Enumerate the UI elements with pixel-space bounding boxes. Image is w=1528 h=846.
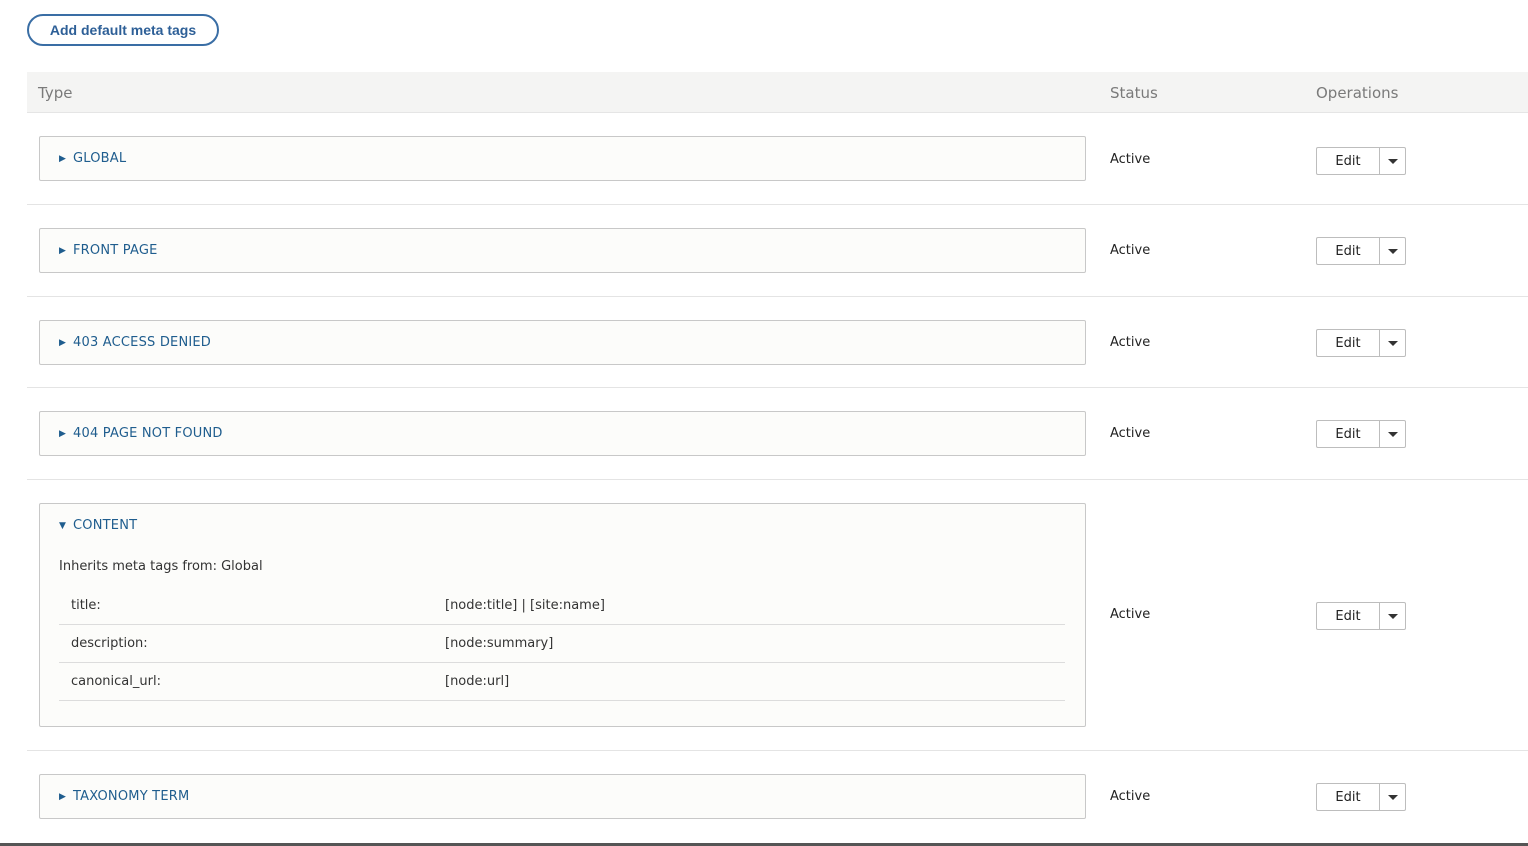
dropdown-toggle[interactable] <box>1380 421 1405 447</box>
summary-content[interactable]: ▼ CONTENT <box>40 504 1085 547</box>
operations-dropbutton: Edit <box>1316 147 1406 175</box>
tag-key: title: <box>71 598 101 613</box>
row-label: TAXONOMY TERM <box>73 789 190 804</box>
table-row: ▶ TAXONOMY TERM Active Edit <box>27 751 1528 843</box>
list-item: title: [node:title] | [site:name] <box>59 587 1065 625</box>
edit-button[interactable]: Edit <box>1317 148 1380 174</box>
table-row: ▶ FRONT PAGE Active Edit <box>27 205 1528 297</box>
table-row: ▼ CONTENT Inherits meta tags from: Globa… <box>27 480 1528 751</box>
caret-down-icon <box>1387 340 1398 346</box>
meta-tags-table: Type Status Operations ▶ GLOBAL Active E… <box>27 72 1528 843</box>
dropdown-toggle[interactable] <box>1380 148 1405 174</box>
table-row: ▶ 404 PAGE NOT FOUND Active Edit <box>27 388 1528 480</box>
dropdown-toggle[interactable] <box>1380 603 1405 629</box>
details-403-access-denied: ▶ 403 ACCESS DENIED <box>39 320 1086 365</box>
caret-down-icon <box>1387 248 1398 254</box>
details-content: ▼ CONTENT Inherits meta tags from: Globa… <box>39 503 1086 727</box>
triangle-right-icon: ▶ <box>59 337 67 348</box>
edit-button[interactable]: Edit <box>1317 421 1380 447</box>
row-label: GLOBAL <box>73 151 127 166</box>
edit-button[interactable]: Edit <box>1317 330 1380 356</box>
header-status: Status <box>1110 84 1158 102</box>
header-type: Type <box>38 84 73 102</box>
dropdown-toggle[interactable] <box>1380 784 1405 810</box>
summary-taxonomy-term[interactable]: ▶ TAXONOMY TERM <box>40 775 1085 818</box>
details-404-page-not-found: ▶ 404 PAGE NOT FOUND <box>39 411 1086 456</box>
caret-down-icon <box>1387 794 1398 800</box>
row-label: 404 PAGE NOT FOUND <box>73 426 223 441</box>
table-header: Type Status Operations <box>27 72 1528 113</box>
operations-dropbutton: Edit <box>1316 420 1406 448</box>
status-text: Active <box>1110 607 1151 622</box>
table-row: ▶ 403 ACCESS DENIED Active Edit <box>27 297 1528 388</box>
edit-button[interactable]: Edit <box>1317 238 1380 264</box>
details-global: ▶ GLOBAL <box>39 136 1086 181</box>
triangle-right-icon: ▶ <box>59 153 67 164</box>
row-label: FRONT PAGE <box>73 243 158 258</box>
details-front-page: ▶ FRONT PAGE <box>39 228 1086 273</box>
dropdown-toggle[interactable] <box>1380 330 1405 356</box>
tag-value: [node:summary] <box>445 636 554 651</box>
operations-dropbutton: Edit <box>1316 237 1406 265</box>
edit-button[interactable]: Edit <box>1317 603 1380 629</box>
status-text: Active <box>1110 152 1151 167</box>
header-operations: Operations <box>1316 84 1399 102</box>
triangle-right-icon: ▶ <box>59 428 67 439</box>
row-label: CONTENT <box>73 518 138 533</box>
summary-global[interactable]: ▶ GLOBAL <box>40 137 1085 180</box>
tag-value: [node:url] <box>445 674 510 689</box>
tag-value: [node:title] | [site:name] <box>445 598 605 613</box>
caret-down-icon <box>1387 158 1398 164</box>
metatag-defaults-page: Add default meta tags Type Status Operat… <box>0 0 1528 846</box>
triangle-down-icon: ▼ <box>59 520 67 531</box>
summary-404-page-not-found[interactable]: ▶ 404 PAGE NOT FOUND <box>40 412 1085 455</box>
summary-front-page[interactable]: ▶ FRONT PAGE <box>40 229 1085 272</box>
triangle-right-icon: ▶ <box>59 791 67 802</box>
summary-403-access-denied[interactable]: ▶ 403 ACCESS DENIED <box>40 321 1085 364</box>
status-text: Active <box>1110 335 1151 350</box>
operations-dropbutton: Edit <box>1316 602 1406 630</box>
caret-down-icon <box>1387 431 1398 437</box>
tag-key: description: <box>71 636 148 651</box>
row-label: 403 ACCESS DENIED <box>73 335 212 350</box>
status-text: Active <box>1110 789 1151 804</box>
status-text: Active <box>1110 426 1151 441</box>
dropdown-toggle[interactable] <box>1380 238 1405 264</box>
meta-tag-list: title: [node:title] | [site:name] descri… <box>59 587 1065 701</box>
table-row: ▶ GLOBAL Active Edit <box>27 113 1528 205</box>
tag-key: canonical_url: <box>71 674 161 689</box>
triangle-right-icon: ▶ <box>59 245 67 256</box>
list-item: canonical_url: [node:url] <box>59 663 1065 701</box>
status-text: Active <box>1110 243 1151 258</box>
list-item: description: [node:summary] <box>59 625 1065 663</box>
caret-down-icon <box>1387 613 1398 619</box>
add-default-meta-tags-button[interactable]: Add default meta tags <box>27 14 219 46</box>
details-taxonomy-term: ▶ TAXONOMY TERM <box>39 774 1086 819</box>
inherits-text: Inherits meta tags from: Global <box>59 559 263 574</box>
operations-dropbutton: Edit <box>1316 329 1406 357</box>
edit-button[interactable]: Edit <box>1317 784 1380 810</box>
operations-dropbutton: Edit <box>1316 783 1406 811</box>
